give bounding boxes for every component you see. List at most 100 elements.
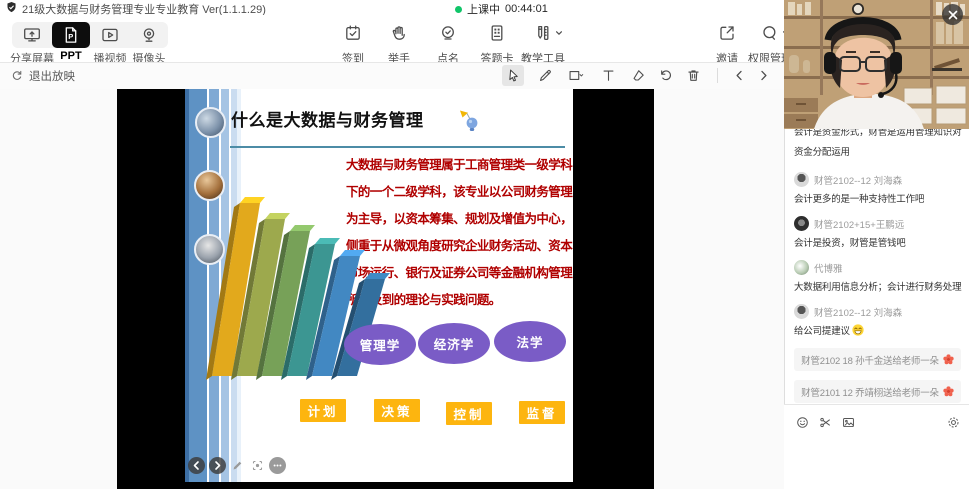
chat-user-name: 财管2102+15+王鹏远 xyxy=(814,217,904,231)
delete-tool-button[interactable] xyxy=(682,65,704,86)
pen-tool-button[interactable] xyxy=(534,65,556,86)
mode-button-play-video[interactable]: 播视频 xyxy=(90,15,130,62)
chat-message-header: 代博雅 xyxy=(794,260,961,275)
action-button-teaching-tools[interactable]: 教学工具 xyxy=(515,15,571,62)
more-options-button[interactable] xyxy=(269,457,286,474)
slide-photo-1 xyxy=(195,107,226,138)
action-button-roll-call[interactable]: 点名 xyxy=(420,15,476,62)
exit-presentation-button[interactable]: 退出放映 xyxy=(10,68,75,84)
teaching-tools-icon xyxy=(533,23,553,43)
eraser-icon xyxy=(630,67,647,84)
chevron-left-icon xyxy=(191,460,202,471)
prev-slide-button[interactable] xyxy=(188,457,205,474)
teacher-video-window xyxy=(784,0,969,129)
chat-message-text: 会计是资金形式，财管是运用管理知识对资金分配运用 xyxy=(794,123,961,163)
shape-icon xyxy=(567,67,584,84)
answer-card-icon xyxy=(487,23,507,43)
roll-call-icon xyxy=(438,23,458,43)
shape-tool-button[interactable] xyxy=(564,65,586,86)
mode-button-share-screen[interactable]: 分享屏幕 xyxy=(12,15,52,62)
answer-card-icon xyxy=(487,23,507,43)
ellipsis-icon xyxy=(272,460,283,471)
camera-icon xyxy=(139,25,159,45)
laser-pointer-icon xyxy=(252,460,263,471)
avatar xyxy=(794,304,809,319)
discipline-ellipse: 经济学 xyxy=(418,323,490,364)
next-page-button[interactable] xyxy=(752,65,774,86)
lightbulb-clipart-icon xyxy=(457,107,481,133)
text-icon xyxy=(600,67,617,84)
chat-user-name: 财管2102--12 刘海森 xyxy=(814,173,902,187)
slide-title: 什么是大数据与财务管理 xyxy=(231,106,424,131)
cursor-icon xyxy=(505,67,522,84)
raise-hand-icon xyxy=(389,23,409,43)
screenshot-scissors-icon[interactable] xyxy=(818,415,833,430)
close-icon xyxy=(948,10,958,20)
undo-tool-button[interactable] xyxy=(654,65,676,86)
ppt-icon: P xyxy=(61,25,81,45)
permissions-icon xyxy=(760,23,780,43)
checkin-icon xyxy=(343,23,363,43)
invite-icon xyxy=(717,23,737,43)
close-video-button[interactable] xyxy=(942,4,963,25)
roll-call-icon xyxy=(438,23,458,43)
pen-icon xyxy=(232,460,243,471)
svg-text:P: P xyxy=(68,32,73,41)
function-box: 计划 xyxy=(300,399,346,422)
action-button-raise-hand[interactable]: 举手 xyxy=(371,15,427,62)
chat-user-name: 代博雅 xyxy=(814,261,843,275)
laser-pointer-button[interactable] xyxy=(249,457,266,474)
delete-icon xyxy=(685,67,702,84)
slide-viewport: 什么是大数据与财务管理 大数据与财务管理属于工商管理类一级学科下的一个二级学科，… xyxy=(117,89,654,489)
annotate-pen-button[interactable] xyxy=(229,457,246,474)
slide-body-line: 大数据与财务管理属于工商管理类一级学科 xyxy=(346,154,572,173)
share-screen-icon xyxy=(22,25,42,45)
undo-icon xyxy=(657,67,674,84)
chat-message-text: 给公司提建议 xyxy=(794,324,961,339)
avatar xyxy=(794,216,809,231)
stage-area: 什么是大数据与财务管理 大数据与财务管理属于工商管理类一级学科下的一个二级学科，… xyxy=(0,89,784,489)
teaching-tools-icon xyxy=(533,23,553,43)
play-video-icon xyxy=(100,25,120,45)
mode-button-ppt[interactable]: P PPT xyxy=(51,15,91,62)
prev-page-button[interactable] xyxy=(728,65,750,86)
chat-message-text: 大数据利用信息分析；会计进行财务处理 xyxy=(794,280,961,295)
flower-gift-icon xyxy=(943,354,954,365)
chevron-right-icon xyxy=(212,460,223,471)
function-box: 监督 xyxy=(519,401,565,424)
grin-emoji-icon xyxy=(852,324,864,336)
chat-settings-gear-icon[interactable] xyxy=(946,415,961,430)
send-image-icon[interactable] xyxy=(841,415,856,430)
function-box: 控制 xyxy=(446,402,492,425)
raise-hand-icon xyxy=(389,23,409,43)
permissions-icon xyxy=(760,23,780,43)
mode-label: PPT xyxy=(60,50,81,62)
chevron-right-icon xyxy=(755,67,772,84)
text-tool-button[interactable] xyxy=(597,65,619,86)
ppt-icon: P xyxy=(61,25,81,45)
chat-message-header: 财管2102--12 刘海森 xyxy=(794,304,961,319)
mode-button-camera[interactable]: 摄像头 xyxy=(129,15,169,62)
flower-gift-icon xyxy=(943,386,954,397)
play-video-icon xyxy=(100,25,120,45)
chevron-down-icon xyxy=(554,28,564,38)
cursor-tool-button[interactable] xyxy=(502,65,524,86)
checkin-icon xyxy=(343,23,363,43)
avatar xyxy=(794,172,809,187)
chat-message-text: 会计更多的是一种支持性工作吧 xyxy=(794,192,961,207)
function-box: 决策 xyxy=(374,399,420,422)
main-toolbar: 分享屏幕PPPT播视频摄像头 签到举手点名答题卡教学工具 邀请权限管理 xyxy=(0,15,784,62)
live-status-dot xyxy=(455,6,462,13)
gift-system-message: 财管2102 18 孙千金送给老师一朵 xyxy=(794,348,961,371)
chat-message-text: 会计是投资，财管是管钱吧 xyxy=(794,236,961,251)
app-logo-icon xyxy=(5,1,18,14)
emoji-picker-icon[interactable] xyxy=(795,415,810,430)
next-slide-button[interactable] xyxy=(209,457,226,474)
chat-message-header: 财管2102+15+王鹏远 xyxy=(794,216,961,231)
eraser-tool-button[interactable] xyxy=(627,65,649,86)
avatar xyxy=(794,260,809,275)
stage-bar: 退出放映 xyxy=(0,62,784,90)
title-bar: 21级大数据与财务管理专业专业教育 Ver(1.1.1.29) 上课中 00:4… xyxy=(0,0,784,15)
status-timer: 00:44:01 xyxy=(505,3,548,15)
chat-message-header: 财管2102--12 刘海森 xyxy=(794,172,961,187)
